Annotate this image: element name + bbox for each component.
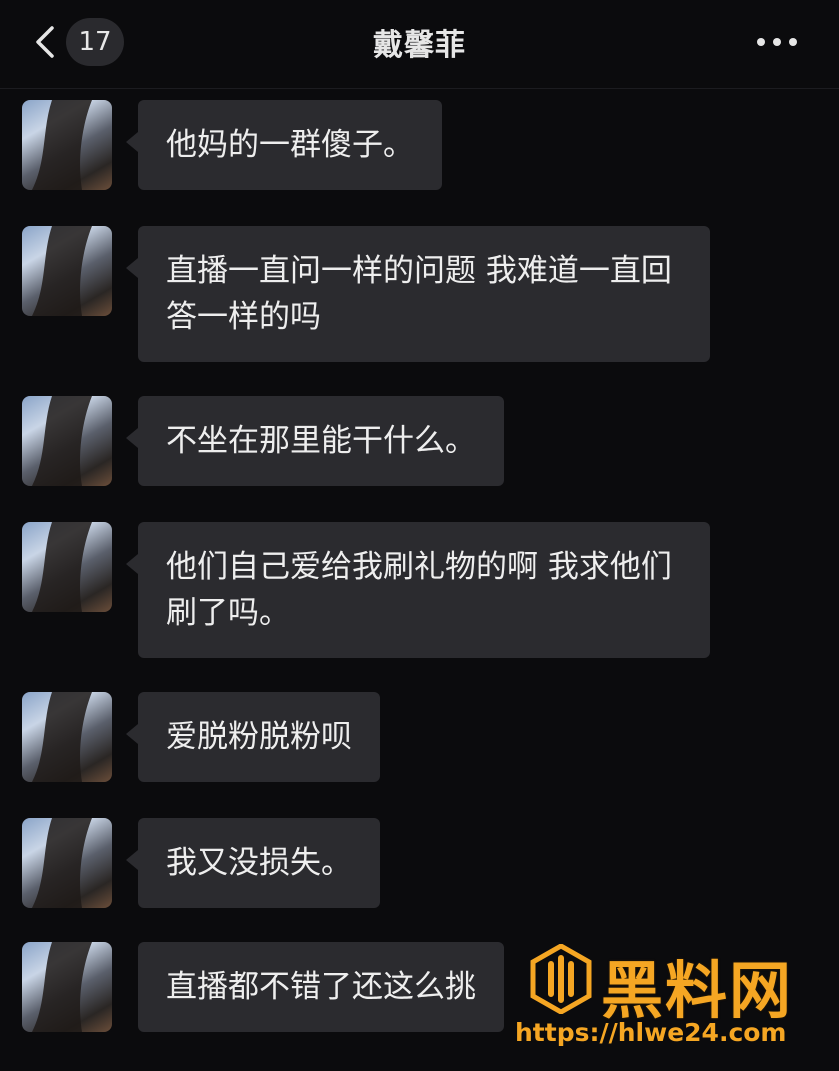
message-bubble[interactable]: 我又没损失。 <box>126 818 380 908</box>
watermark-title: 黑料网 <box>601 954 794 1027</box>
contact-avatar[interactable] <box>22 226 112 316</box>
message-bubble[interactable]: 直播一直问一样的问题 我难道一直回答一样的吗 <box>126 226 710 362</box>
brand-logo-icon <box>529 943 593 1015</box>
message-bubble[interactable]: 直播都不错了还这么挑 <box>138 942 504 1032</box>
contact-name-title: 戴馨菲 <box>373 28 466 63</box>
message-bubble[interactable]: 他妈的一群傻子。 <box>126 100 442 190</box>
contact-avatar[interactable] <box>22 942 112 1032</box>
message-bubble[interactable]: 他们自己爱给我刷礼物的啊 我求他们刷了吗。 <box>126 522 710 658</box>
contact-avatar[interactable] <box>22 396 112 486</box>
message-bubble[interactable]: 不坐在那里能干什么。 <box>126 396 504 486</box>
header-divider <box>0 88 839 89</box>
message-bubble[interactable]: 爱脱粉脱粉呗 <box>126 692 380 782</box>
watermark: 黑料网 https://hlwe24.com <box>515 943 837 1054</box>
contact-avatar[interactable] <box>22 692 112 782</box>
more-dots-icon[interactable] <box>753 26 801 58</box>
watermark-url: https://hlwe24.com <box>515 1018 787 1047</box>
contact-avatar[interactable] <box>22 818 112 908</box>
contact-avatar[interactable] <box>22 100 112 190</box>
chat-header: 17 戴馨菲 <box>0 0 839 88</box>
contact-avatar[interactable] <box>22 522 112 612</box>
